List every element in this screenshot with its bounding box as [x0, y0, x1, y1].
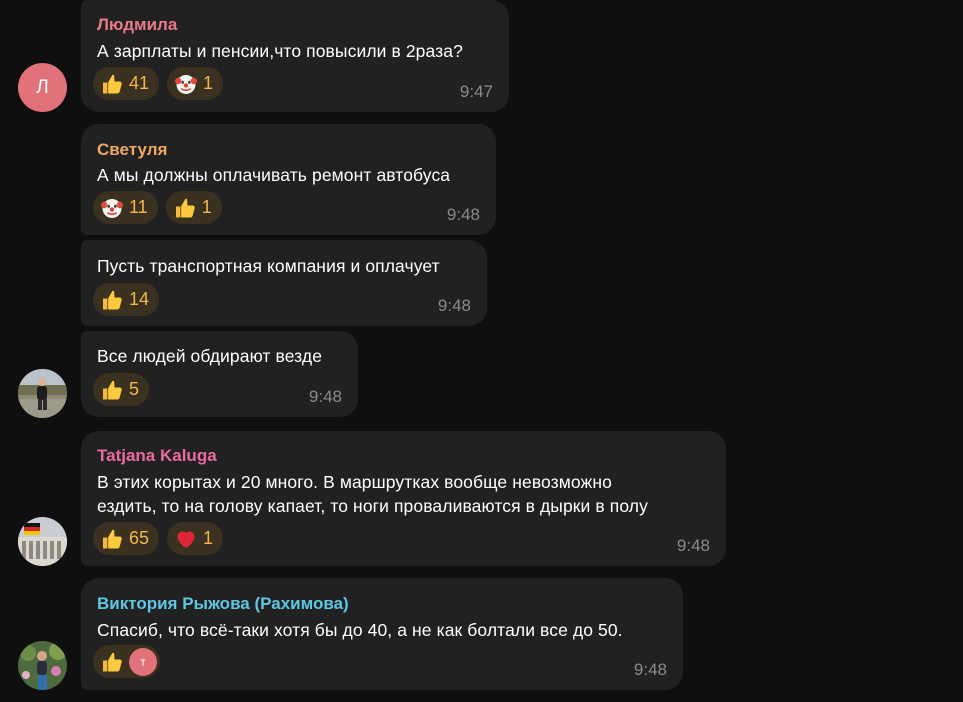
reaction-thumbs-up[interactable]: 41 — [93, 67, 160, 100]
reactions: 65 1 — [93, 522, 224, 555]
avatar[interactable]: Л — [18, 63, 67, 112]
message-text: А мы должны оплачивать ремонт автобуса — [97, 165, 451, 185]
clown-face-icon — [100, 196, 124, 220]
person-photo-icon — [18, 641, 67, 690]
thumbs-up-icon — [100, 72, 124, 96]
message-text: Пусть транспортная компания и оплачует — [97, 256, 440, 276]
reaction-count: 1 — [203, 73, 214, 93]
avatar[interactable] — [18, 369, 67, 418]
reactions: 11 1 — [93, 191, 222, 224]
message-text-line: В этих корытах и 20 много. В маршрутках … — [97, 472, 612, 492]
reaction-count: 14 — [129, 289, 150, 309]
sender-name[interactable]: Tatjana Kaluga — [97, 446, 710, 466]
reaction-thumbs-up[interactable]: 14 — [93, 283, 160, 316]
message-time: 9:48 — [676, 536, 710, 555]
reaction-thumbs-up[interactable]: 1 — [165, 191, 222, 224]
message-bubble[interactable]: Людмила А зарплаты и пенсии,что повысили… — [81, 0, 509, 112]
message-bubble[interactable]: Все людей обдирают везде 5 9:48 — [81, 331, 358, 417]
avatar[interactable] — [18, 517, 67, 566]
reaction-clown[interactable]: 11 — [93, 191, 158, 224]
person-photo-icon — [18, 369, 67, 418]
message-time: 9:47 — [459, 82, 493, 101]
reactions: 41 1 — [93, 67, 224, 100]
reaction-count: 11 — [129, 197, 148, 217]
message-bubble[interactable]: Tatjana Kaluga В этих корытах и 20 много… — [81, 431, 726, 566]
chat-message-list[interactable]: Людмила А зарплаты и пенсии,что повысили… — [0, 0, 963, 702]
reactions: 14 — [93, 283, 160, 316]
avatar[interactable] — [18, 641, 67, 690]
reactor-avatar: т — [129, 647, 157, 676]
message-text-line: ездить, то на голову капает, то ноги про… — [97, 496, 648, 516]
reaction-count: 5 — [129, 379, 140, 399]
reaction-thumbs-up[interactable]: 5 — [93, 373, 150, 406]
reaction-thumbs-up[interactable]: 65 — [93, 522, 160, 555]
message-bubble[interactable]: Пусть транспортная компания и оплачует 1… — [81, 240, 487, 326]
thumbs-up-icon — [100, 650, 124, 674]
reactions: 5 — [93, 373, 150, 406]
message-time: 9:48 — [308, 387, 342, 406]
reaction-count: 1 — [203, 528, 214, 548]
reactions: т — [93, 645, 160, 678]
message-text: Все людей обдирают везде — [97, 346, 323, 366]
sender-name[interactable]: Людмила — [97, 15, 493, 35]
thumbs-up-icon — [100, 378, 124, 402]
thumbs-up-icon — [100, 527, 124, 551]
reaction-thumbs-up[interactable]: т — [93, 645, 160, 678]
message-text: А зарплаты и пенсии,что повысили в 2раза… — [97, 41, 463, 61]
reaction-heart[interactable]: 1 — [167, 522, 224, 555]
message-bubble[interactable]: Светуля А мы должны оплачивать ремонт ав… — [81, 124, 496, 235]
reaction-count: 41 — [129, 73, 150, 93]
message-time: 9:48 — [633, 660, 667, 679]
reaction-count: 1 — [201, 197, 212, 217]
message-bubble[interactable]: Виктория Рыжова (Рахимова) Спасиб, что в… — [81, 578, 683, 690]
thumbs-up-icon — [100, 288, 124, 312]
sender-name[interactable]: Виктория Рыжова (Рахимова) — [97, 594, 667, 614]
red-heart-icon — [174, 527, 198, 551]
reaction-count: 65 — [129, 528, 150, 548]
message-text: Спасиб, что всё-таки хотя бы до 40, а не… — [97, 620, 623, 640]
sender-name[interactable]: Светуля — [97, 140, 480, 160]
reaction-clown[interactable]: 1 — [167, 67, 224, 100]
clown-face-icon — [174, 72, 198, 96]
thumbs-up-icon — [173, 196, 197, 220]
building-photo-icon — [18, 517, 67, 566]
message-time: 9:48 — [446, 205, 480, 224]
message-time: 9:48 — [437, 296, 471, 315]
